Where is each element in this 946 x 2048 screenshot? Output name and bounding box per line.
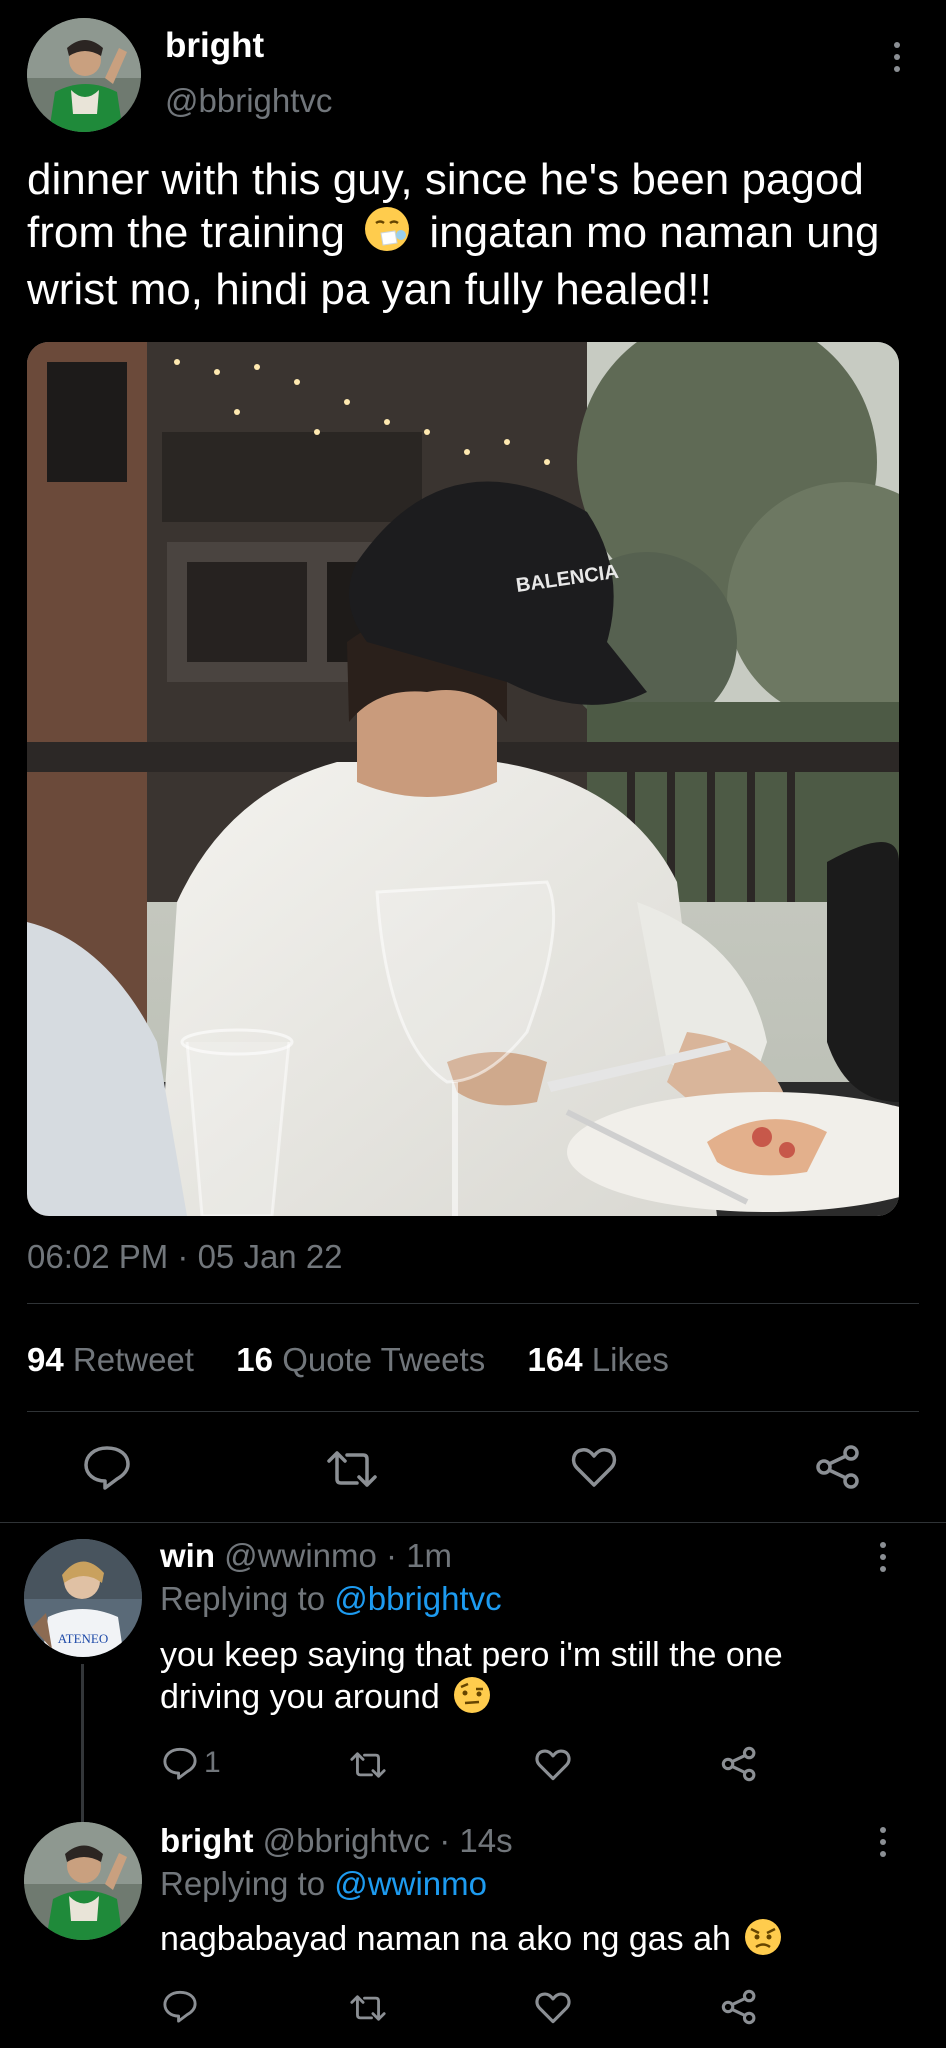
retweet-button[interactable] xyxy=(325,1449,379,1489)
replying-to: Replying to @wwinmo xyxy=(160,1865,487,1903)
replying-to: Replying to @bbrightvc xyxy=(160,1580,502,1618)
quote-tweets-stat[interactable]: 16 Quote Tweets xyxy=(236,1341,494,1378)
retweet-stat[interactable]: 94 Retweet xyxy=(27,1341,203,1378)
replying-to-label: Replying to xyxy=(160,1865,326,1902)
reply-text-line: driving you around xyxy=(160,1676,783,1724)
share-icon xyxy=(721,1989,756,2025)
tweet-text-line: dinner with this guy, since he's been pa… xyxy=(27,155,864,204)
reply-display-name[interactable]: bright xyxy=(160,1822,253,1859)
share-icon xyxy=(816,1445,859,1489)
divider xyxy=(27,1303,919,1304)
tweet-text-line: wrist mo, hindi pa yan fully healed!! xyxy=(27,265,712,314)
reply-button[interactable] xyxy=(82,1444,132,1490)
reply-avatar[interactable] xyxy=(24,1822,142,1940)
like-button[interactable] xyxy=(571,1446,617,1488)
reply-header: win @wwinmo · 1m xyxy=(160,1537,452,1575)
reply-text: nagbabayad naman na ako ng gas ah xyxy=(160,1918,782,1966)
divider xyxy=(27,1411,919,1412)
reply-text-line: you keep saying that pero i'm still the … xyxy=(160,1636,783,1674)
raised-eyebrow-emoji-icon xyxy=(453,1676,491,1724)
retweet-button[interactable] xyxy=(349,1993,387,2023)
retweet-icon xyxy=(350,1752,386,1778)
reply-icon xyxy=(163,1990,197,2023)
likes-count: 164 xyxy=(527,1341,583,1378)
author-avatar[interactable] xyxy=(27,18,141,132)
author-handle[interactable]: @bbrightvc xyxy=(165,82,332,120)
avatar-jersey-text: ATENEO xyxy=(57,1631,109,1646)
like-icon xyxy=(571,1448,617,1487)
reply-meta: @bbrightvc · 14s xyxy=(262,1822,513,1859)
like-icon xyxy=(535,1749,571,1781)
replying-to-label: Replying to xyxy=(160,1580,326,1617)
like-button[interactable] xyxy=(535,1748,571,1781)
tweet-text-part: from the training xyxy=(27,208,345,257)
quote-tweets-label: Quote Tweets xyxy=(282,1341,486,1378)
reply-text: you keep saying that pero i'm still the … xyxy=(160,1634,783,1724)
more-icon[interactable] xyxy=(868,1822,898,1862)
quote-tweets-count: 16 xyxy=(236,1341,274,1378)
reply-display-name[interactable]: win xyxy=(160,1537,215,1574)
reply-icon xyxy=(163,1747,197,1780)
reply-button[interactable] xyxy=(162,1989,198,2023)
reply-button[interactable]: 1 xyxy=(162,1746,221,1780)
divider xyxy=(0,1522,946,1523)
retweet-icon xyxy=(350,1995,386,2021)
tweet-text-line: from the training ingatan mo naman ung xyxy=(27,205,927,264)
reply-icon xyxy=(84,1446,130,1490)
tweet-text-part: ingatan mo naman ung xyxy=(429,208,880,257)
tweet-timestamp[interactable]: 06:02 PM · 05 Jan 22 xyxy=(27,1238,343,1276)
tweet-text: dinner with this guy, since he's been pa… xyxy=(27,154,927,315)
more-icon[interactable] xyxy=(882,37,912,77)
reply-text-part: nagbabayad naman na ako ng gas ah xyxy=(160,1920,731,1958)
likes-label: Likes xyxy=(591,1341,669,1378)
angry-face-emoji-icon xyxy=(744,1918,782,1966)
tweet-stats: 94 Retweet 16 Quote Tweets 164 Likes xyxy=(27,1341,669,1379)
like-icon xyxy=(535,1992,571,2024)
retweet-button[interactable] xyxy=(349,1750,387,1780)
reply-text-part: driving you around xyxy=(160,1678,440,1716)
reply-meta: @wwinmo · 1m xyxy=(224,1537,453,1574)
thread-line xyxy=(81,1664,84,1829)
reply-count: 1 xyxy=(204,1746,221,1779)
share-icon xyxy=(721,1746,756,1782)
replying-to-handle[interactable]: @wwinmo xyxy=(334,1865,487,1902)
reply-header: bright @bbrightvc · 14s xyxy=(160,1822,513,1860)
share-button[interactable] xyxy=(721,1746,757,1782)
retweet-icon xyxy=(327,1451,377,1487)
share-button[interactable] xyxy=(721,1989,757,2025)
like-button[interactable] xyxy=(535,1991,571,2024)
tweet-photo[interactable]: BALENCIA xyxy=(27,342,899,1216)
retweet-count: 94 xyxy=(27,1341,64,1378)
author-display-name[interactable]: bright xyxy=(165,26,264,66)
retweet-label: Retweet xyxy=(72,1341,194,1378)
replying-to-handle[interactable]: @bbrightvc xyxy=(334,1580,501,1617)
more-icon[interactable] xyxy=(868,1537,898,1577)
sneezing-face-emoji-icon xyxy=(363,205,411,264)
reply-avatar[interactable]: ATENEO xyxy=(24,1539,142,1657)
share-button[interactable] xyxy=(815,1444,861,1490)
likes-stat[interactable]: 164 Likes xyxy=(528,1341,669,1378)
